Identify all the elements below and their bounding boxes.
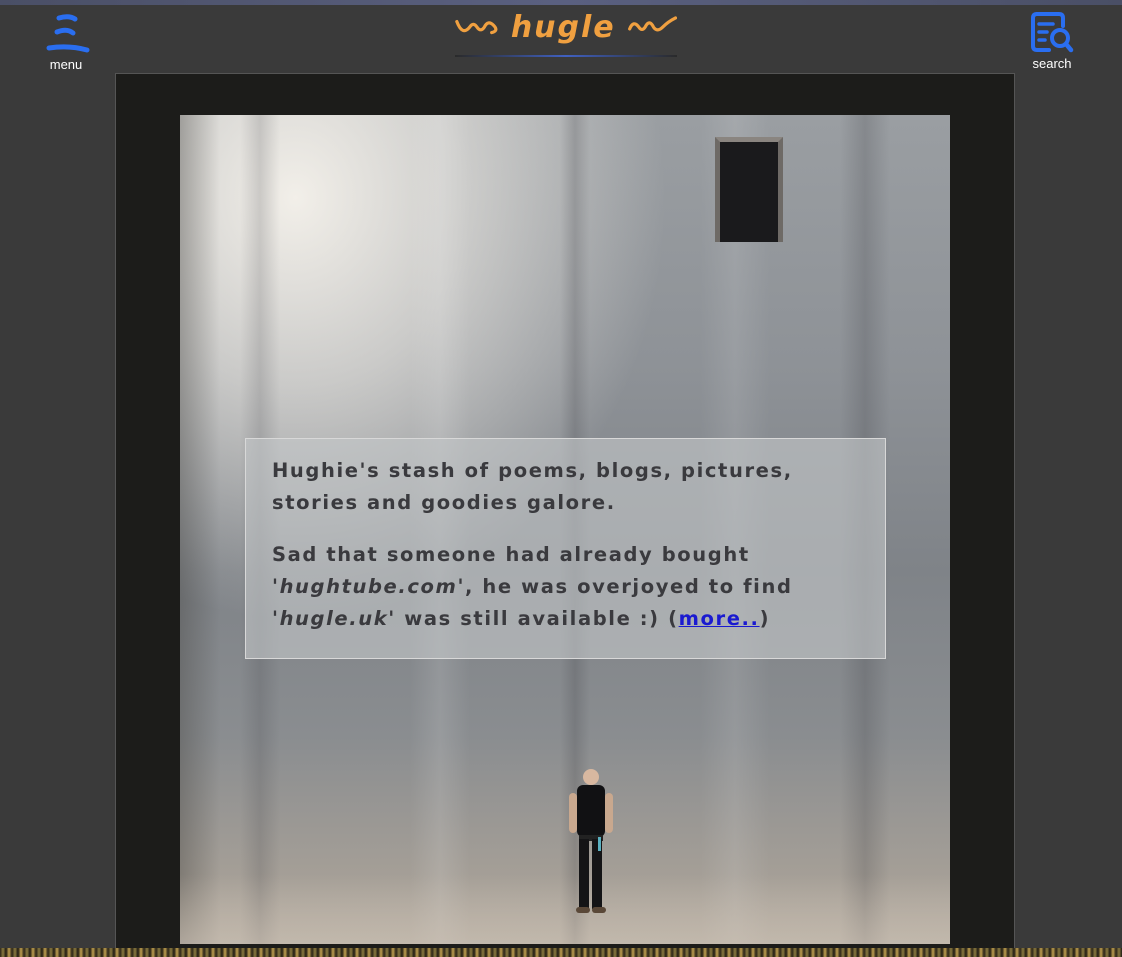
domain-hugle: 'hugle.uk' — [272, 607, 396, 630]
top-accent-bar — [0, 0, 1122, 5]
site-brand[interactable]: hugle — [455, 10, 677, 58]
more-link[interactable]: more.. — [679, 607, 760, 630]
search-document-icon — [1031, 12, 1074, 53]
search-button[interactable]: search — [1024, 10, 1080, 71]
brand-underline — [455, 55, 677, 57]
person-figure — [569, 769, 613, 913]
search-label: search — [1032, 56, 1072, 71]
swirl-ornament-icon — [627, 15, 677, 31]
bottom-decorative-strip — [0, 948, 1122, 957]
intro-text-part2: , he was overjoyed to find — [465, 575, 793, 598]
swirl-ornament-icon — [455, 19, 498, 34]
intro-paragraph: Sad that someone had already bought 'hug… — [272, 539, 871, 635]
domain-hughtube: 'hughtube.com' — [272, 575, 466, 598]
menu-label: menu — [49, 57, 83, 72]
intro-text-part3: was still available :) ( — [395, 607, 679, 630]
intro-textbox: Hughie's stash of poems, blogs, pictures… — [245, 438, 886, 659]
menu-button[interactable]: menu — [36, 14, 96, 72]
menu-icon — [46, 14, 90, 53]
cave-window — [715, 137, 783, 242]
site-title: hugle — [510, 10, 616, 45]
intro-text-part4: ) — [759, 607, 771, 630]
intro-text-part1: Sad that someone had already bought — [272, 543, 750, 566]
intro-line: Hughie's stash of poems, blogs, pictures… — [272, 459, 793, 514]
